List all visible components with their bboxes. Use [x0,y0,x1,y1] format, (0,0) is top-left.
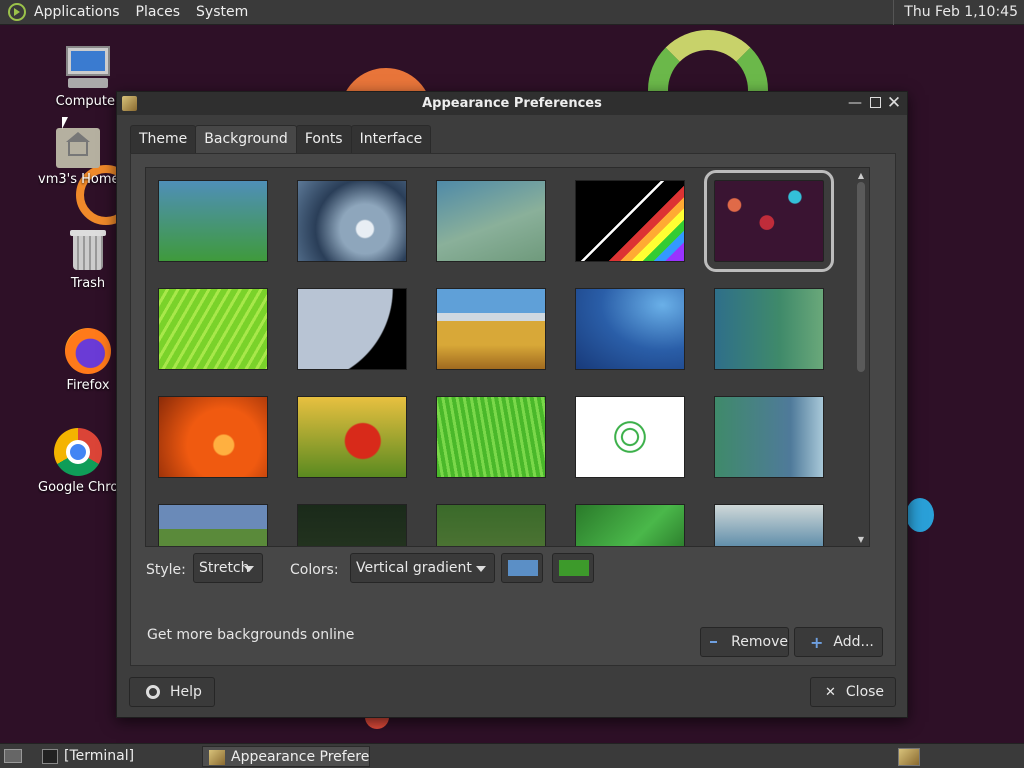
close-icon: ✕ [825,684,836,700]
more-backgrounds-link[interactable]: Get more backgrounds online [147,627,354,643]
wallpaper-thumbnail-earth-from-space[interactable] [297,288,407,370]
wallpaper-grid[interactable]: ▲ ▼ [145,167,870,547]
tray-appearance-icon[interactable] [898,748,920,766]
wallpaper-thumbnail-blurred-green-blue[interactable] [436,180,546,262]
chevron-down-icon [476,566,486,572]
wallpaper-thumbnail-mate-green[interactable] [436,504,546,546]
help-label: Help [170,684,202,700]
trash-icon [70,230,106,272]
window-titlebar[interactable]: Appearance Preferences — ✕ [117,92,907,115]
home-folder-icon [56,128,100,168]
taskbar-item-appearance[interactable]: Appearance Prefere... [202,746,370,767]
taskbar-item-label: Appearance Prefere... [231,749,370,765]
close-icon[interactable]: ✕ [886,95,902,112]
wallpaper-thumbnail-red-flower[interactable] [297,396,407,478]
add-button[interactable]: + Add... [794,627,883,657]
style-dropdown[interactable]: Stretch [193,553,263,583]
style-value: Stretch [199,560,250,576]
terminal-icon [42,749,58,764]
primary-color-swatch [508,560,538,576]
wallpaper-thumbnail-mate-logo-white[interactable] [575,396,685,478]
close-button[interactable]: ✕ Close [810,677,896,707]
wallpaper-thumbnail-green-leaf[interactable] [158,288,268,370]
tab-theme[interactable]: Theme [130,125,197,154]
wallpaper-scrollbar[interactable]: ▲ ▼ [856,172,866,544]
tab-interface[interactable]: Interface [350,125,432,154]
secondary-color-button[interactable] [552,553,594,583]
wallpaper-thumbnail-blue-abstract[interactable] [575,288,685,370]
remove-label: Remove [731,634,788,650]
scroll-up-icon[interactable]: ▲ [856,172,866,180]
maximize-icon[interactable] [867,95,883,111]
menu-applications[interactable]: Applications [26,4,128,20]
menu-system[interactable]: System [188,4,256,20]
wallpaper-thumbnail-blue-waves[interactable] [714,504,824,546]
minus-icon [710,641,718,643]
mate-menu-icon[interactable] [8,3,26,21]
mouse-cursor-icon [62,117,68,129]
add-label: Add... [833,634,874,650]
menu-places[interactable]: Places [128,4,189,20]
decor-blue-ellipse [906,498,934,532]
remove-button[interactable]: Remove [700,627,789,657]
secondary-color-swatch [559,560,589,576]
scroll-thumb[interactable] [857,182,865,372]
wallpaper-thumbnail-green-leaves-drops[interactable] [575,504,685,546]
wallpaper-thumbnail-green-grass[interactable] [436,396,546,478]
tab-background[interactable]: Background [195,125,297,154]
desktop-icon-chrome[interactable]: Google Chrome [38,428,118,495]
wallpaper-thumbnail-water-drop[interactable] [297,180,407,262]
primary-color-button[interactable] [501,553,543,583]
wallpaper-thumbnail-mate-dark[interactable] [297,504,407,546]
show-desktop-icon[interactable] [4,749,22,763]
tab-fonts[interactable]: Fonts [295,125,352,154]
help-icon [146,685,160,699]
taskbar-item-terminal[interactable]: [Terminal] [36,746,196,767]
colors-dropdown[interactable]: Vertical gradient [350,553,495,583]
close-label: Close [845,684,885,700]
wallpaper-thumbnail-space-rocket[interactable] [704,170,834,272]
wallpaper-thumbnail-blue-green-gradient[interactable] [158,180,268,262]
colors-label: Colors: [290,562,339,578]
plus-icon: + [810,632,824,652]
desktop-icon-home[interactable]: vm3's Home [38,128,118,187]
style-label: Style: [146,562,186,578]
wallpaper-thumbnail-small-flowers[interactable] [158,504,268,546]
wallpaper-thumbnail-teal-waves[interactable] [714,396,824,478]
appearance-icon [209,750,225,765]
help-button[interactable]: Help [129,677,215,707]
colors-value: Vertical gradient [356,560,472,576]
appearance-preferences-window: Appearance Preferences — ✕ Theme Backgro… [116,91,908,718]
top-panel: Applications Places System Thu Feb 1,10:… [0,0,1024,25]
background-tab-panel: ▲ ▼ Style: Stretch Colors: Vertical grad… [130,153,896,666]
firefox-icon [65,328,111,374]
tab-bar: Theme Background Fonts Interface [130,125,432,154]
wallpaper-thumbnail-teal-dots[interactable] [714,288,824,370]
scroll-down-icon[interactable]: ▼ [856,536,866,544]
minimize-icon[interactable]: — [847,95,863,111]
chevron-down-icon [244,566,254,572]
computer-icon [64,46,112,90]
desktop-icon-label: Google Chrome [38,480,118,495]
bottom-panel: [Terminal] Appearance Prefere... [0,743,1024,768]
window-title: Appearance Preferences [422,96,602,111]
wallpaper-thumbnail-grass-field[interactable] [436,288,546,370]
wallpaper-thumbnail-orange-flower[interactable] [158,396,268,478]
taskbar-item-label: [Terminal] [64,748,135,764]
desktop-icon-label: vm3's Home [38,172,118,187]
clock[interactable]: Thu Feb 1,10:45 [893,0,1024,25]
chrome-icon [54,428,102,476]
wallpaper-thumbnail-arch-prism[interactable] [575,180,685,262]
